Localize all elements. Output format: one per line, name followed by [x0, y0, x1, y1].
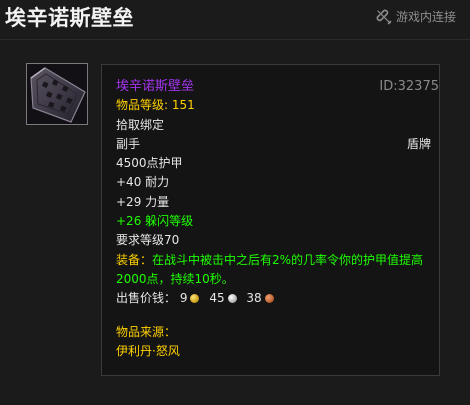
copper-amount: 38	[246, 291, 262, 306]
link-broken-icon	[376, 9, 392, 25]
stat-dodge: +26 躲闪等级	[116, 214, 194, 229]
header-divider	[0, 39, 470, 40]
item-level-value: 151	[171, 98, 195, 113]
item-level-row: 物品等级: 151	[116, 96, 431, 115]
item-type: 盾牌	[406, 136, 431, 151]
sell-price-label: 出售价钱：	[116, 291, 177, 306]
page-title: 埃辛诺斯壁垒	[5, 6, 134, 30]
stat-stamina: +40 耐力	[116, 175, 170, 190]
sell-price-row: 出售价钱： 9 45 38	[116, 289, 431, 308]
silver-amount: 45	[209, 291, 225, 306]
shield-item-icon[interactable]	[26, 63, 88, 125]
slot-row: 副手 盾牌	[116, 135, 431, 154]
armor-value: 4500点护甲	[116, 156, 183, 171]
item-name: 埃辛诺斯壁垒	[116, 79, 195, 94]
item-page: 埃辛诺斯壁垒 游戏内连接 ID:32375 埃辛诺斯壁垒 物品等级: 151 拾…	[0, 0, 470, 405]
equip-label: 装备：	[116, 252, 153, 267]
item-tooltip: ID:32375 埃辛诺斯壁垒 物品等级: 151 拾取绑定 副手 盾牌 450…	[101, 64, 440, 376]
source-value[interactable]: 伊利丹·怒风	[116, 342, 431, 361]
gold-coin-icon	[190, 294, 200, 304]
source-label: 物品来源：	[116, 324, 177, 339]
ingame-link-button[interactable]: 游戏内连接	[376, 8, 456, 25]
item-slot: 副手	[116, 136, 141, 151]
ingame-link-label: 游戏内连接	[395, 10, 456, 24]
silver-coin-icon	[227, 294, 237, 304]
required-level: 要求等级70	[116, 233, 180, 248]
copper-coin-icon	[264, 294, 274, 304]
stat-strength: +29 力量	[116, 194, 170, 209]
equip-text: 在战斗中被击中之后有2%的几率令你的护甲值提高2000点，持续10秒。	[116, 252, 424, 286]
bind-type: 拾取绑定	[116, 117, 165, 132]
equip-effect: 装备：在战斗中被击中之后有2%的几率令你的护甲值提高2000点，持续10秒。	[116, 251, 431, 290]
gold-amount: 9	[179, 291, 188, 306]
item-level-label: 物品等级:	[116, 98, 169, 113]
page-header: 埃辛诺斯壁垒 游戏内连接	[0, 0, 470, 40]
